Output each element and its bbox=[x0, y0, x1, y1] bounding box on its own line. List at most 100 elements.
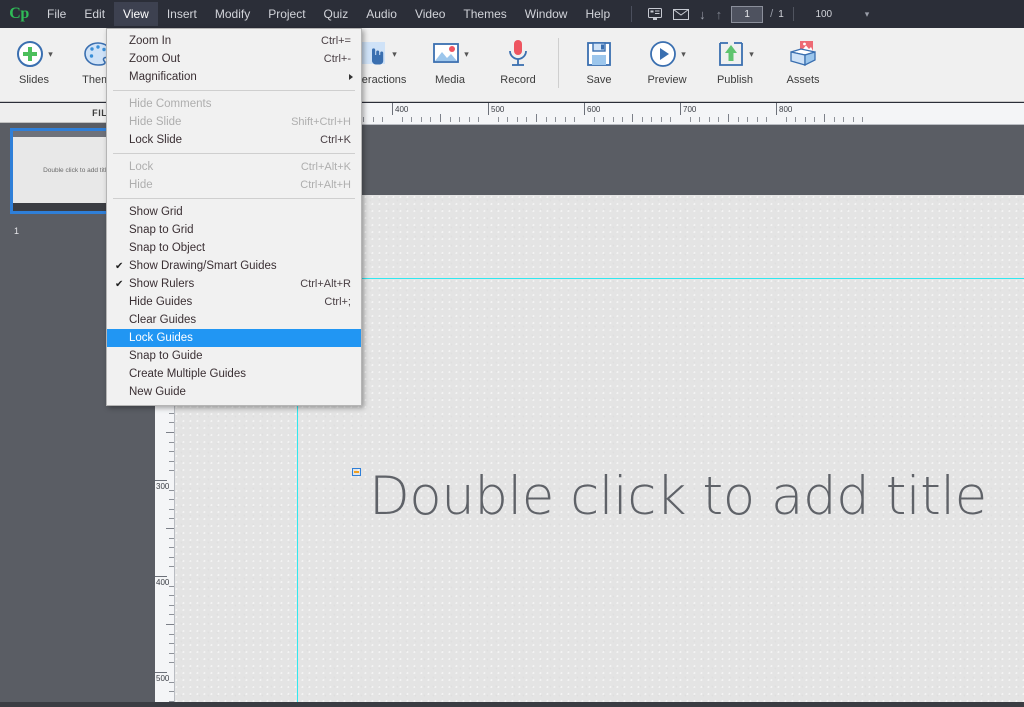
toolbar-button-record[interactable]: Record bbox=[484, 28, 552, 98]
ruler-major-tick bbox=[488, 103, 489, 115]
chevron-down-icon[interactable]: ▾ bbox=[681, 49, 686, 60]
prev-slide-icon[interactable]: ↓ bbox=[694, 7, 711, 22]
mail-icon[interactable] bbox=[668, 4, 694, 24]
submenu-arrow-icon bbox=[349, 74, 353, 80]
menubar-icon-group: ↓ ↑ 1 / 1 100 ▾ bbox=[642, 4, 869, 24]
ruler-minor-tick bbox=[169, 691, 174, 693]
ruler-minor-tick bbox=[670, 117, 672, 122]
chevron-down-icon[interactable]: ▾ bbox=[865, 9, 870, 20]
hand-icon bbox=[361, 42, 386, 65]
menu-item-show-drawing-smart-guides[interactable]: ✔ Show Drawing/Smart Guides bbox=[107, 257, 361, 275]
menubar-divider-2 bbox=[792, 7, 794, 21]
ruler-minor-tick bbox=[169, 547, 174, 549]
menu-item-snap-to-object[interactable]: Snap to Object bbox=[107, 239, 361, 257]
ruler-minor-tick bbox=[660, 117, 662, 122]
toolbar-button-slides[interactable]: ▾ Slides bbox=[0, 28, 68, 98]
menu-project[interactable]: Project bbox=[259, 2, 314, 26]
ruler-label: 400 bbox=[156, 578, 170, 587]
chevron-down-icon[interactable]: ▾ bbox=[749, 49, 754, 60]
menu-item-label: Lock Slide bbox=[129, 134, 183, 146]
toolbar-button-save[interactable]: Save bbox=[565, 28, 633, 98]
toolbar-button-assets[interactable]: Assets bbox=[769, 28, 837, 98]
menu-file[interactable]: File bbox=[38, 2, 75, 26]
menu-item-clear-guides[interactable]: Clear Guides bbox=[107, 311, 361, 329]
toolbar-label: Record bbox=[500, 74, 536, 86]
ruler-minor-tick bbox=[699, 117, 701, 122]
menu-item-hide-guides[interactable]: Hide Guides Ctrl+; bbox=[107, 293, 361, 311]
toolbar-label: Preview bbox=[647, 74, 687, 86]
media-image-icon bbox=[433, 43, 460, 63]
menu-edit[interactable]: Edit bbox=[75, 2, 114, 26]
ruler-minor-tick bbox=[420, 117, 422, 122]
ruler-label: 300 bbox=[156, 482, 170, 491]
menu-item-show-rulers[interactable]: ✔ Show Rulers Ctrl+Alt+R bbox=[107, 275, 361, 293]
menu-item-hide-slide: Hide Slide Shift+Ctrl+H bbox=[107, 113, 361, 131]
menu-item-label: Hide Guides bbox=[129, 296, 193, 308]
zoom-level-value[interactable]: 100 bbox=[803, 9, 845, 20]
menu-quiz[interactable]: Quiz bbox=[315, 2, 358, 26]
ruler-minor-tick bbox=[478, 117, 480, 122]
ruler-minor-tick bbox=[507, 117, 509, 122]
menu-item-snap-to-guide[interactable]: Snap to Guide bbox=[107, 347, 361, 365]
menu-item-zoom-in[interactable]: Zoom In Ctrl+= bbox=[107, 32, 361, 50]
play-icon bbox=[650, 41, 677, 67]
menu-audio[interactable]: Audio bbox=[357, 2, 406, 26]
menu-video[interactable]: Video bbox=[406, 2, 454, 26]
check-icon: ✔ bbox=[115, 278, 124, 290]
menu-insert[interactable]: Insert bbox=[158, 2, 206, 26]
toolbar-button-media[interactable]: ▾ Media bbox=[416, 28, 484, 98]
ruler-minor-tick bbox=[169, 566, 174, 568]
menu-help[interactable]: Help bbox=[576, 2, 619, 26]
screen-icon[interactable] bbox=[642, 4, 668, 24]
menu-view[interactable]: View bbox=[114, 2, 158, 26]
menubar-divider bbox=[631, 6, 633, 22]
menu-item-create-multiple-guides[interactable]: Create Multiple Guides bbox=[107, 365, 361, 383]
ruler-minor-tick bbox=[169, 556, 174, 558]
menu-modify[interactable]: Modify bbox=[206, 2, 259, 26]
menu-item-new-guide[interactable]: New Guide bbox=[107, 383, 361, 401]
ruler-minor-tick bbox=[169, 422, 174, 424]
menu-item-lock-slide[interactable]: Lock Slide Ctrl+K bbox=[107, 131, 361, 149]
toolbar-button-preview[interactable]: ▾ Preview bbox=[633, 28, 701, 98]
ruler-major-tick bbox=[155, 576, 167, 577]
menu-item-hide-comments: Hide Comments bbox=[107, 95, 361, 113]
menu-item-zoom-out[interactable]: Zoom Out Ctrl+- bbox=[107, 50, 361, 68]
next-slide-icon[interactable]: ↑ bbox=[711, 7, 728, 22]
title-placeholder-text[interactable]: Double click to add title bbox=[369, 466, 987, 527]
menu-item-snap-to-grid[interactable]: Snap to Grid bbox=[107, 221, 361, 239]
current-slide-input[interactable]: 1 bbox=[731, 5, 764, 23]
chevron-down-icon[interactable]: ▾ bbox=[48, 49, 53, 60]
menu-item-label: Create Multiple Guides bbox=[129, 368, 246, 380]
menu-item-lock-guides[interactable]: Lock Guides bbox=[107, 329, 361, 347]
menu-item-shortcut: Ctrl+Alt+H bbox=[300, 179, 351, 191]
menu-themes[interactable]: Themes bbox=[454, 2, 515, 26]
ruler-minor-tick bbox=[169, 460, 174, 462]
add-slide-icon bbox=[17, 41, 44, 67]
view-menu-dropdown[interactable]: Zoom In Ctrl+= Zoom Out Ctrl+- Magnification… bbox=[106, 28, 362, 406]
ruler-minor-tick bbox=[363, 117, 365, 122]
menu-item-show-grid[interactable]: Show Grid bbox=[107, 203, 361, 221]
ruler-minor-tick bbox=[843, 117, 845, 122]
floppy-disk-icon bbox=[587, 42, 611, 66]
ruler-minor-tick bbox=[169, 681, 174, 683]
ruler-minor-tick bbox=[169, 537, 174, 539]
title-placeholder-handle[interactable] bbox=[352, 468, 361, 476]
ruler-minor-tick bbox=[747, 117, 749, 122]
ruler-minor-tick bbox=[169, 643, 174, 645]
menu-window[interactable]: Window bbox=[516, 2, 577, 26]
ruler-minor-tick bbox=[166, 432, 174, 433]
menu-item-magnification[interactable]: Magnification bbox=[107, 68, 361, 86]
ruler-major-tick bbox=[155, 672, 167, 673]
menu-item-label: Show Rulers bbox=[129, 278, 195, 290]
ruler-minor-tick bbox=[622, 117, 624, 122]
toolbar-button-publish[interactable]: ▾ Publish bbox=[701, 28, 769, 98]
ruler-minor-tick bbox=[401, 117, 403, 122]
ruler-minor-tick bbox=[756, 117, 758, 122]
menu-item-label: Magnification bbox=[129, 71, 197, 83]
ruler-minor-tick bbox=[718, 117, 720, 122]
menu-item-label: Snap to Grid bbox=[129, 224, 194, 236]
ruler-minor-tick bbox=[689, 117, 691, 122]
chevron-down-icon[interactable]: ▾ bbox=[392, 49, 397, 60]
upload-box-icon bbox=[719, 42, 744, 66]
chevron-down-icon[interactable]: ▾ bbox=[464, 49, 469, 60]
